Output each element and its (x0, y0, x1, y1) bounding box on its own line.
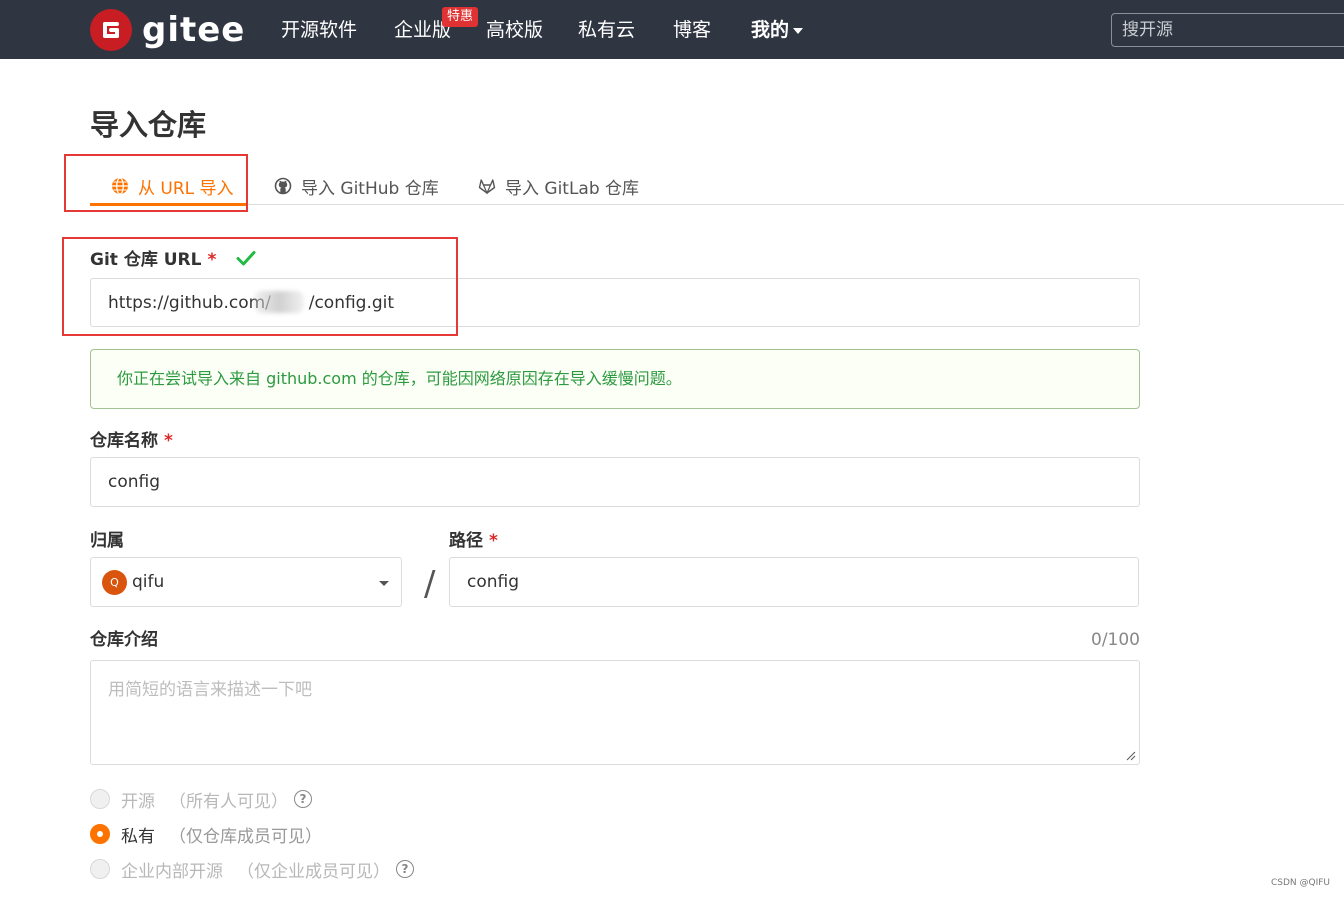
visibility-option-public[interactable]: 开源 （所有人可见） ? (90, 787, 312, 812)
globe-icon (110, 176, 130, 196)
nav-mine-label: 我的 (751, 19, 790, 41)
visibility-enterprise-sub: （仅企业成员可见） (237, 861, 390, 882)
repo-name-input[interactable] (90, 457, 1140, 507)
repo-name-label-text: 仓库名称 (90, 431, 158, 451)
visibility-enterprise-label: 企业内部开源 (121, 861, 223, 882)
visibility-private-sub: （仅仓库成员可见） (169, 826, 322, 847)
resize-handle-icon[interactable] (1126, 751, 1136, 761)
top-navbar: gitee 开源软件 企业版 特惠 高校版 私有云 博客 我的 (0, 0, 1344, 59)
chevron-down-icon (793, 27, 804, 34)
tab-github[interactable]: 导入 GitHub 仓库 (273, 168, 439, 204)
owner-select[interactable]: Q qifu (90, 557, 402, 607)
radio-public[interactable] (90, 789, 110, 809)
help-icon[interactable]: ? (294, 790, 312, 808)
tab-from-url[interactable]: 从 URL 导入 (110, 168, 234, 204)
avatar: Q (102, 569, 127, 595)
visibility-option-enterprise[interactable]: 企业内部开源 （仅企业成员可见） ? (90, 857, 414, 882)
watermark: CSDN @QIFU (1271, 878, 1331, 888)
brand-name: gitee (142, 10, 246, 50)
tab-github-label: 导入 GitHub 仓库 (301, 178, 439, 199)
repo-name-label: 仓库名称 * (90, 429, 173, 453)
search-input[interactable] (1111, 13, 1344, 47)
tabs-divider (90, 204, 1344, 205)
nav-education[interactable]: 高校版 (486, 17, 543, 43)
tab-gitlab[interactable]: 导入 GitLab 仓库 (477, 168, 639, 204)
owner-value: qifu (132, 572, 165, 592)
tab-gitlab-label: 导入 GitLab 仓库 (505, 178, 640, 199)
path-separator: / (424, 564, 436, 604)
required-mark: * (207, 250, 217, 270)
description-label: 仓库介绍 (90, 630, 158, 650)
visibility-public-label: 开源 (121, 791, 155, 812)
nav-private-cloud[interactable]: 私有云 (578, 17, 635, 43)
chevron-down-icon (379, 581, 389, 586)
url-label: Git 仓库 URL * (90, 248, 256, 274)
required-mark: * (164, 431, 173, 451)
nav-blog[interactable]: 博客 (673, 17, 711, 43)
tab-from-url-label: 从 URL 导入 (138, 178, 234, 199)
visibility-option-private[interactable]: 私有 （仅仓库成员可见） (90, 822, 322, 847)
nav-mine[interactable]: 我的 (751, 17, 804, 43)
path-label-text: 路径 (449, 531, 483, 551)
path-input[interactable] (449, 557, 1139, 607)
help-icon[interactable]: ? (396, 860, 414, 878)
gitlab-icon (477, 176, 497, 196)
visibility-public-sub: （所有人可见） (169, 791, 288, 812)
github-icon (273, 176, 293, 196)
page-title: 导入仓库 (90, 108, 207, 142)
path-label: 路径 * (449, 529, 498, 553)
import-notice: 你正在尝试导入来自 github.com 的仓库，可能因网络原因存在导入缓慢问题… (90, 349, 1140, 409)
radio-private[interactable] (90, 824, 110, 844)
gitee-logo[interactable]: gitee (90, 9, 245, 51)
description-textarea[interactable] (90, 660, 1140, 765)
radio-enterprise[interactable] (90, 859, 110, 879)
required-mark: * (489, 531, 498, 551)
gitee-logo-icon (90, 9, 132, 51)
nav-open-source[interactable]: 开源软件 (281, 17, 357, 43)
url-label-text: Git 仓库 URL (90, 250, 202, 270)
redacted-username (254, 291, 304, 313)
owner-label: 归属 (90, 531, 124, 551)
active-tab-indicator (90, 203, 247, 206)
description-counter: 0/100 (1091, 630, 1140, 650)
promo-badge: 特惠 (442, 7, 479, 27)
git-url-input[interactable] (90, 278, 1140, 327)
visibility-private-label: 私有 (121, 826, 155, 847)
check-icon (236, 249, 256, 274)
